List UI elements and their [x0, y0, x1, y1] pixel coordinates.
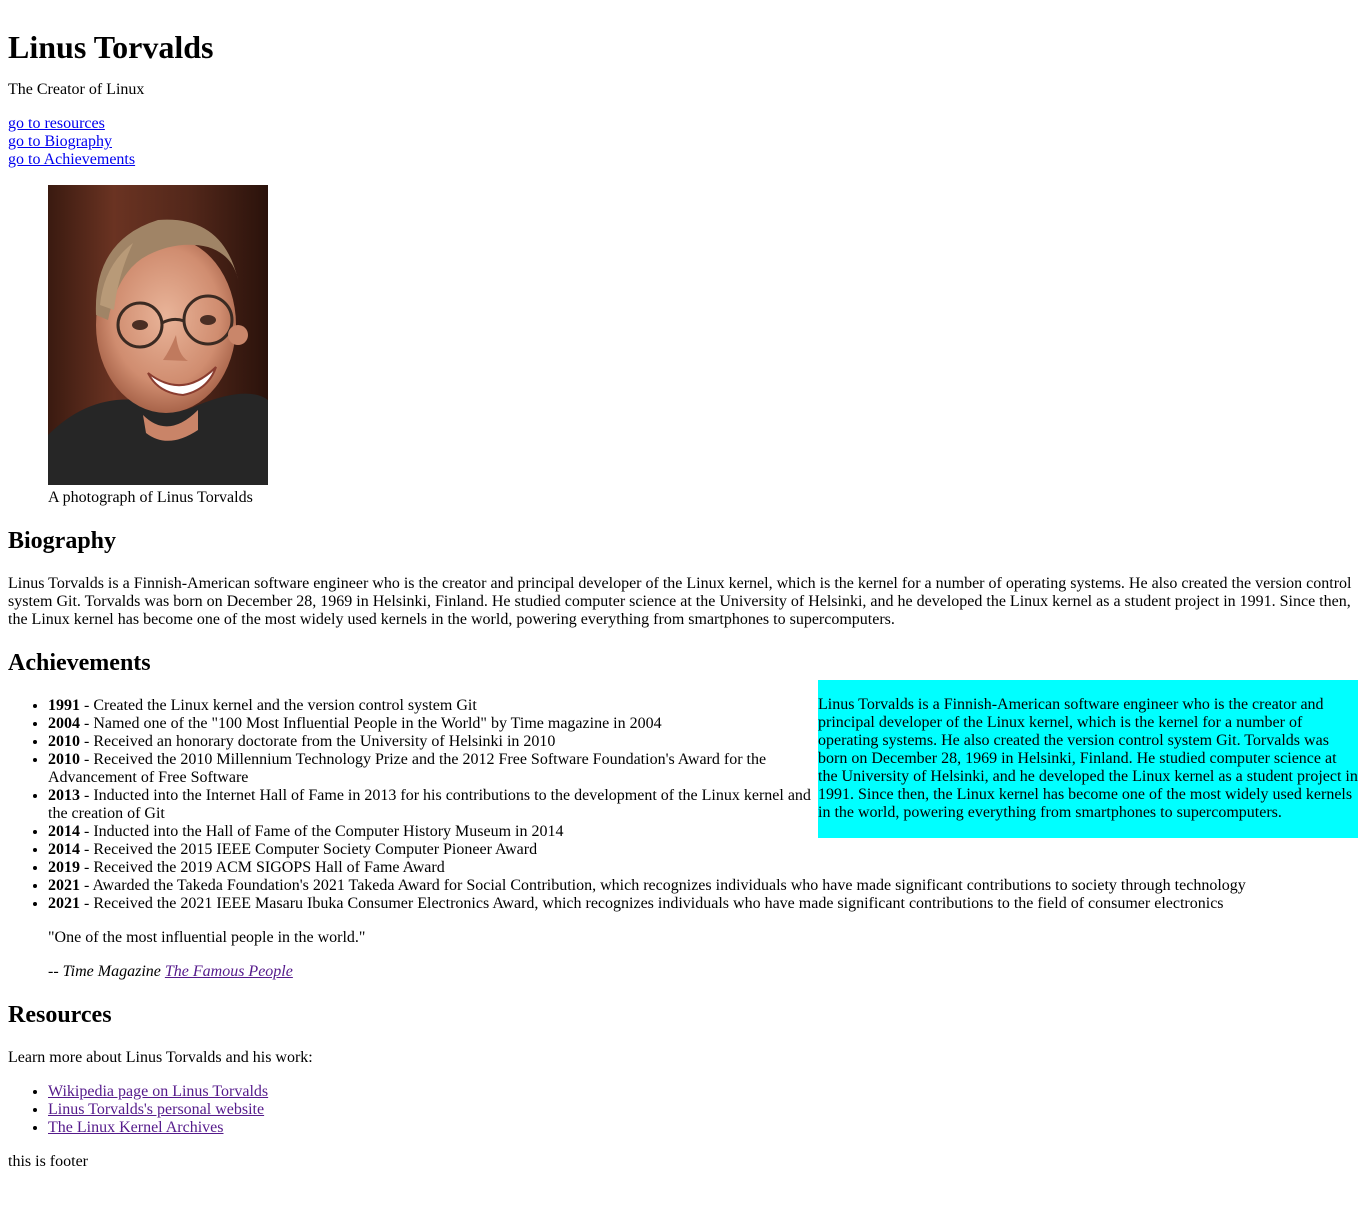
resource-link-personal-website[interactable]: Linus Torvalds's personal website [48, 1101, 264, 1118]
list-item: 2013 - Inducted into the Internet Hall o… [48, 787, 818, 823]
page-subtitle: The Creator of Linux [8, 81, 145, 98]
resources-intro: Learn more about Linus Torvalds and his … [8, 1049, 313, 1066]
list-item: 2010 - Received the 2010 Millennium Tech… [48, 751, 818, 787]
resource-link-kernel-archives[interactable]: The Linux Kernel Archives [48, 1119, 224, 1136]
achievement-text: - Awarded the Takeda Foundation's 2021 T… [80, 877, 1246, 894]
list-item: Wikipedia page on Linus Torvalds [48, 1083, 1358, 1101]
nav-link-resources[interactable]: go to resources [8, 115, 1358, 133]
biography-text: Linus Torvalds is a Finnish-American sof… [8, 575, 1352, 628]
achievement-text: - Inducted into the Hall of Fame of the … [80, 823, 564, 840]
quote-text: "One of the most influential people in t… [48, 929, 366, 946]
achievement-year: 1991 [48, 697, 80, 714]
list-item: 2021 - Received the 2021 IEEE Masaru Ibu… [48, 895, 1338, 913]
achievement-year: 2014 [48, 841, 80, 858]
achievement-text: - Received the 2010 Millennium Technolog… [48, 751, 767, 786]
quote-source: -- Time Magazine [48, 963, 165, 980]
quote-source-link[interactable]: The Famous People [165, 963, 293, 980]
achievement-year: 2004 [48, 715, 80, 732]
achievement-year: 2013 [48, 787, 80, 804]
quote-citation: -- Time Magazine The Famous People [48, 963, 1318, 981]
resource-link-wikipedia[interactable]: Wikipedia page on Linus Torvalds [48, 1083, 268, 1100]
list-item: 2010 - Received an honorary doctorate fr… [48, 733, 818, 751]
achievement-year: 2014 [48, 823, 80, 840]
quote-block: "One of the most influential people in t… [48, 929, 1318, 981]
nav-link-achievements[interactable]: go to Achievements [8, 151, 1358, 169]
list-item: 2019 - Received the 2019 ACM SIGOPS Hall… [48, 859, 818, 877]
achievements-list: 1991 - Created the Linux kernel and the … [8, 697, 1246, 913]
achievement-year: 2021 [48, 895, 80, 912]
page-nav: go to resources go to Biography go to Ac… [8, 115, 1358, 169]
list-item: 2021 - Awarded the Takeda Foundation's 2… [48, 877, 1338, 895]
achievement-text: - Received the 2015 IEEE Computer Societ… [80, 841, 538, 858]
resources-list: Wikipedia page on Linus Torvalds Linus T… [8, 1083, 1358, 1137]
achievement-text: - Named one of the "100 Most Influential… [80, 715, 662, 732]
achievement-text: - Received the 2021 IEEE Masaru Ibuka Co… [80, 895, 1224, 912]
achievement-text: - Created the Linux kernel and the versi… [80, 697, 477, 714]
achievement-text: - Received an honorary doctorate from th… [80, 733, 556, 750]
achievement-year: 2010 [48, 733, 80, 750]
resources-section: Resources Learn more about Linus Torvald… [8, 1001, 1358, 1137]
list-item: Linus Torvalds's personal website [48, 1101, 1358, 1119]
page-footer: this is footer [8, 1153, 88, 1170]
highlight-aside: Linus Torvalds is a Finnish-American sof… [818, 680, 1358, 838]
achievements-heading: Achievements [8, 650, 151, 676]
list-item: 1991 - Created the Linux kernel and the … [48, 697, 818, 715]
page-title: Linus Torvalds [8, 29, 214, 65]
portrait-figure: A photograph of Linus Torvalds [48, 185, 1318, 507]
list-item: 2004 - Named one of the "100 Most Influe… [48, 715, 818, 733]
list-item: The Linux Kernel Archives [48, 1119, 1358, 1137]
resources-heading: Resources [8, 1002, 112, 1028]
achievement-year: 2010 [48, 751, 80, 768]
achievement-year: 2019 [48, 859, 80, 876]
achievement-text: - Received the 2019 ACM SIGOPS Hall of F… [80, 859, 445, 876]
portrait-photo [48, 185, 268, 485]
list-item: 2014 - Inducted into the Hall of Fame of… [48, 823, 818, 841]
portrait-caption: A photograph of Linus Torvalds [48, 489, 253, 506]
page: Linus Torvalds The Creator of Linux go t… [0, 29, 1366, 1171]
list-item: 2014 - Received the 2015 IEEE Computer S… [48, 841, 818, 859]
achievement-text: - Inducted into the Internet Hall of Fam… [48, 787, 811, 822]
nav-link-biography[interactable]: go to Biography [8, 133, 1358, 151]
achievement-year: 2021 [48, 877, 80, 894]
biography-section: Biography Linus Torvalds is a Finnish-Am… [8, 527, 1358, 629]
biography-heading: Biography [8, 528, 117, 554]
